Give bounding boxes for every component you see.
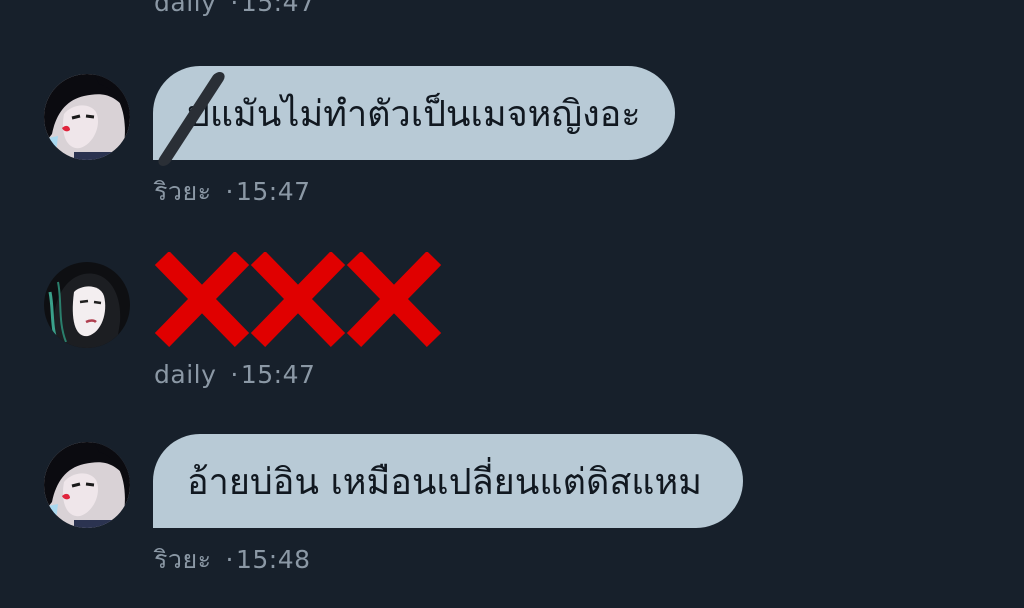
message-time: 15:48 (236, 545, 311, 574)
message-bubble[interactable]: ปแมันไม่ทำตัวเป็นเมจหญิงอะ (153, 66, 675, 160)
avatar[interactable] (44, 442, 130, 528)
message-meta: ริวยะ ·15:47 (154, 172, 311, 212)
sender-name: daily (154, 360, 217, 389)
meta-separator: · (225, 545, 234, 574)
message-meta: ริวยะ ·15:48 (154, 540, 311, 580)
avatar-woman-image (44, 262, 130, 348)
message-text: ปแมันไม่ทำตัวเป็นเมจหญิงอะ (187, 93, 641, 135)
message-meta: daily ·15:47 (154, 360, 315, 389)
meta-separator: · (225, 177, 234, 206)
message-meta: daily ·15:47 (154, 0, 315, 17)
message-text: อ้ายบ่อิน เหมือนเปลี่ยนแต่ดิสแหม (187, 461, 702, 503)
chat-thread: daily ·15:47 ปแมันไม่ทำตัวเป็นเมจหญิงอะ ร… (0, 0, 1024, 608)
avatar[interactable] (44, 262, 130, 348)
sender-name: ริวยะ (154, 545, 212, 574)
avatar-man-image (44, 74, 130, 160)
message-time: 15:47 (240, 0, 316, 17)
red-x-marks-image[interactable] (154, 252, 444, 348)
sender-name: ริวยะ (154, 177, 212, 206)
message-time: 15:47 (236, 177, 311, 206)
meta-separator: · (230, 0, 239, 17)
sender-name: daily (154, 0, 217, 17)
meta-separator: · (230, 360, 239, 389)
avatar-man-image (44, 442, 130, 528)
message-bubble[interactable]: อ้ายบ่อิน เหมือนเปลี่ยนแต่ดิสแหม (153, 434, 743, 528)
avatar[interactable] (44, 74, 130, 160)
message-time: 15:47 (240, 360, 316, 389)
